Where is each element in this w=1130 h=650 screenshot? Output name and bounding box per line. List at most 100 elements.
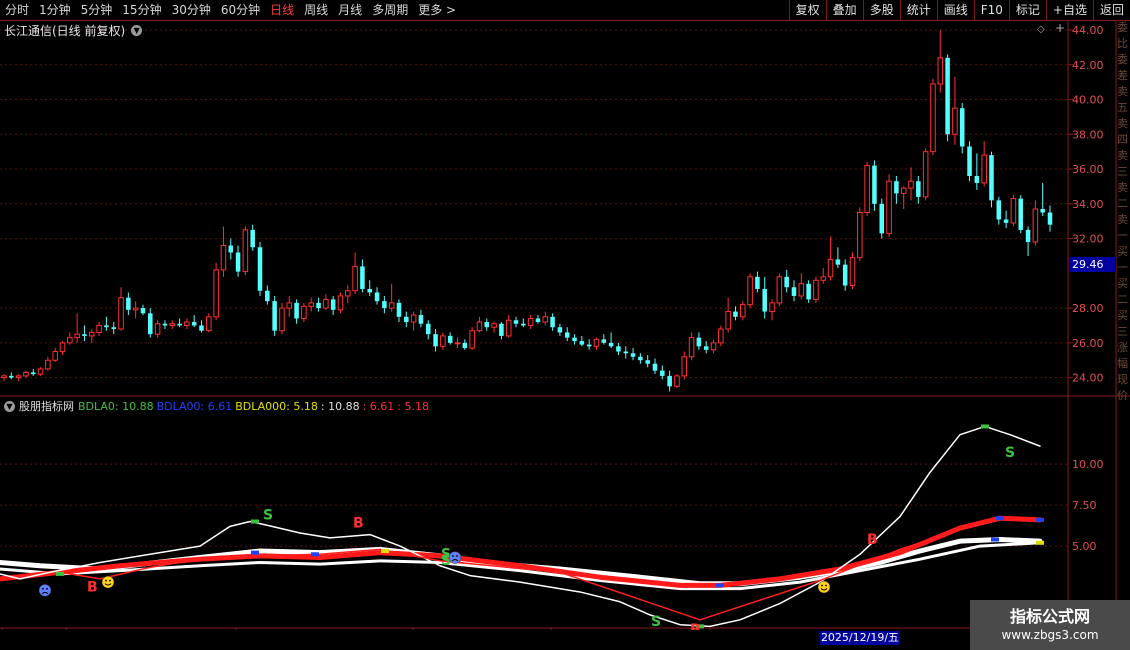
candle-body-down: [835, 259, 841, 265]
candle-body-up: [688, 337, 695, 358]
signal-label: B: [867, 532, 878, 548]
candle-body-up: [118, 297, 124, 330]
candle-body-down: [550, 316, 555, 328]
candle-body-up: [930, 83, 936, 153]
candle-body-up: [857, 212, 863, 259]
candle-body-down: [9, 375, 14, 378]
candle-body-down: [755, 276, 760, 289]
candle-body-down: [294, 302, 299, 319]
stock-title[interactable]: 长江通信(日线 前复权) ▼: [4, 22, 143, 39]
stock-name: 长江通信(日线 前复权): [4, 24, 126, 38]
legend-entry: BDLA0: 10.88: [78, 399, 154, 413]
candle-body-up: [206, 316, 212, 332]
candle-body-down: [1025, 229, 1031, 243]
candle-body-down: [660, 370, 665, 376]
candle-body-up: [1032, 208, 1039, 243]
candle-body-down: [623, 351, 629, 354]
candle-body-down: [257, 247, 263, 291]
quote-panel-char: 买: [1117, 277, 1128, 290]
quote-panel-char: 委: [1117, 53, 1128, 66]
quote-panel-edge: 委比委差卖五卖四卖三卖二卖一买一买二买三涨幅现价外盘换手收: [1117, 20, 1130, 400]
candle-body-up: [154, 323, 161, 335]
current-price-tag: 29.46: [1069, 257, 1116, 272]
add-icon[interactable]: +: [1055, 21, 1065, 35]
quote-panel-char: 幅: [1117, 357, 1128, 370]
candle-body-down: [872, 165, 877, 204]
quote-panel-char: 卖: [1117, 117, 1128, 130]
candle-body-up: [886, 180, 892, 234]
candle-body-up: [491, 323, 497, 328]
candle-body-up: [952, 107, 958, 135]
series-segment-marker: [981, 424, 989, 429]
candlestick-chart[interactable]: 44.00 42.00 40.00 38.00 36.00 34.00 32.00 28.00…: [0, 0, 1130, 630]
candle-body-up: [681, 356, 688, 377]
quote-panel-char: 现: [1117, 373, 1128, 386]
candle-body-down: [484, 322, 490, 328]
candle-body-down: [601, 339, 607, 343]
smiley-happy-icon: [101, 575, 115, 589]
series-segment-marker: [251, 519, 259, 524]
candle-body-up: [747, 276, 753, 306]
legend-entry: : 6.61: [362, 399, 395, 413]
price-tick-label: 42.00: [1072, 59, 1104, 72]
candle-body-down: [82, 334, 87, 336]
candle-body-up: [725, 311, 731, 330]
face-eye: [105, 579, 107, 582]
smiley-sad-icon: [38, 584, 52, 597]
candle-body-down: [513, 320, 519, 324]
quote-panel-char: 卖: [1117, 181, 1128, 194]
indicator-title[interactable]: ▼ 股朋指标网 BDLA0: 10.88 BDLA00: 6.61 BDLA000:…: [4, 398, 432, 414]
chevron-down-icon[interactable]: ▼: [4, 400, 15, 412]
candle-body-up: [454, 342, 461, 345]
candle-body-up: [740, 304, 746, 318]
candle-body-up: [900, 187, 907, 194]
candle-body-up: [23, 371, 29, 377]
face-eye: [825, 584, 827, 587]
candle-body-down: [616, 346, 621, 352]
candle-body-down: [959, 108, 965, 147]
chevron-down-icon[interactable]: ▼: [131, 25, 143, 36]
candle-body-up: [345, 290, 351, 297]
face-eye: [109, 579, 111, 582]
quote-panel-char: 一: [1117, 229, 1128, 242]
diamond-icon[interactable]: ◇: [1037, 24, 1045, 35]
candle-body-up: [593, 338, 600, 347]
candle-body-up: [527, 318, 534, 326]
candle-body-down: [564, 332, 570, 338]
candle-body-down: [579, 341, 585, 345]
candle-body-down: [894, 181, 899, 194]
candle-body-down: [762, 288, 767, 312]
series-segment-marker: [1036, 540, 1044, 545]
candle-body-down: [842, 264, 848, 286]
candle-body-down: [945, 57, 950, 135]
candle-body-up: [440, 335, 446, 347]
candle-body-down: [535, 318, 541, 322]
series-segment-marker: [991, 537, 999, 542]
quote-panel-char: 三: [1117, 165, 1128, 178]
candle-body-down: [521, 323, 526, 326]
series-red-thick: [0, 515, 1043, 588]
legend-entry: BDLA00: 6.61: [156, 399, 233, 413]
candle-body-up: [674, 375, 680, 387]
candle-body-down: [330, 299, 336, 310]
candle-body-down: [630, 353, 636, 357]
candle-body-down: [447, 335, 453, 343]
quote-panel-char: 一: [1117, 261, 1128, 274]
signal-label: B: [690, 622, 701, 630]
price-tick-label: 38.00: [1072, 128, 1104, 141]
candle-body-up: [505, 319, 512, 337]
candle-body-up: [59, 342, 66, 353]
candle-body-up: [798, 283, 805, 297]
quote-panel-char: 买: [1117, 309, 1128, 322]
candle-body-down: [418, 315, 424, 324]
candle-body-down: [374, 292, 380, 302]
face-eye: [452, 555, 454, 557]
price-tick-label: 40.00: [1072, 94, 1104, 107]
face-circle: [817, 580, 831, 594]
candle-body-down: [404, 316, 409, 322]
candle-body-up: [827, 258, 834, 278]
signal-label: S: [651, 614, 661, 630]
candle-body-up: [169, 323, 176, 326]
smiley-happy-icon: [817, 580, 831, 594]
series-white-thin: [0, 425, 1041, 628]
